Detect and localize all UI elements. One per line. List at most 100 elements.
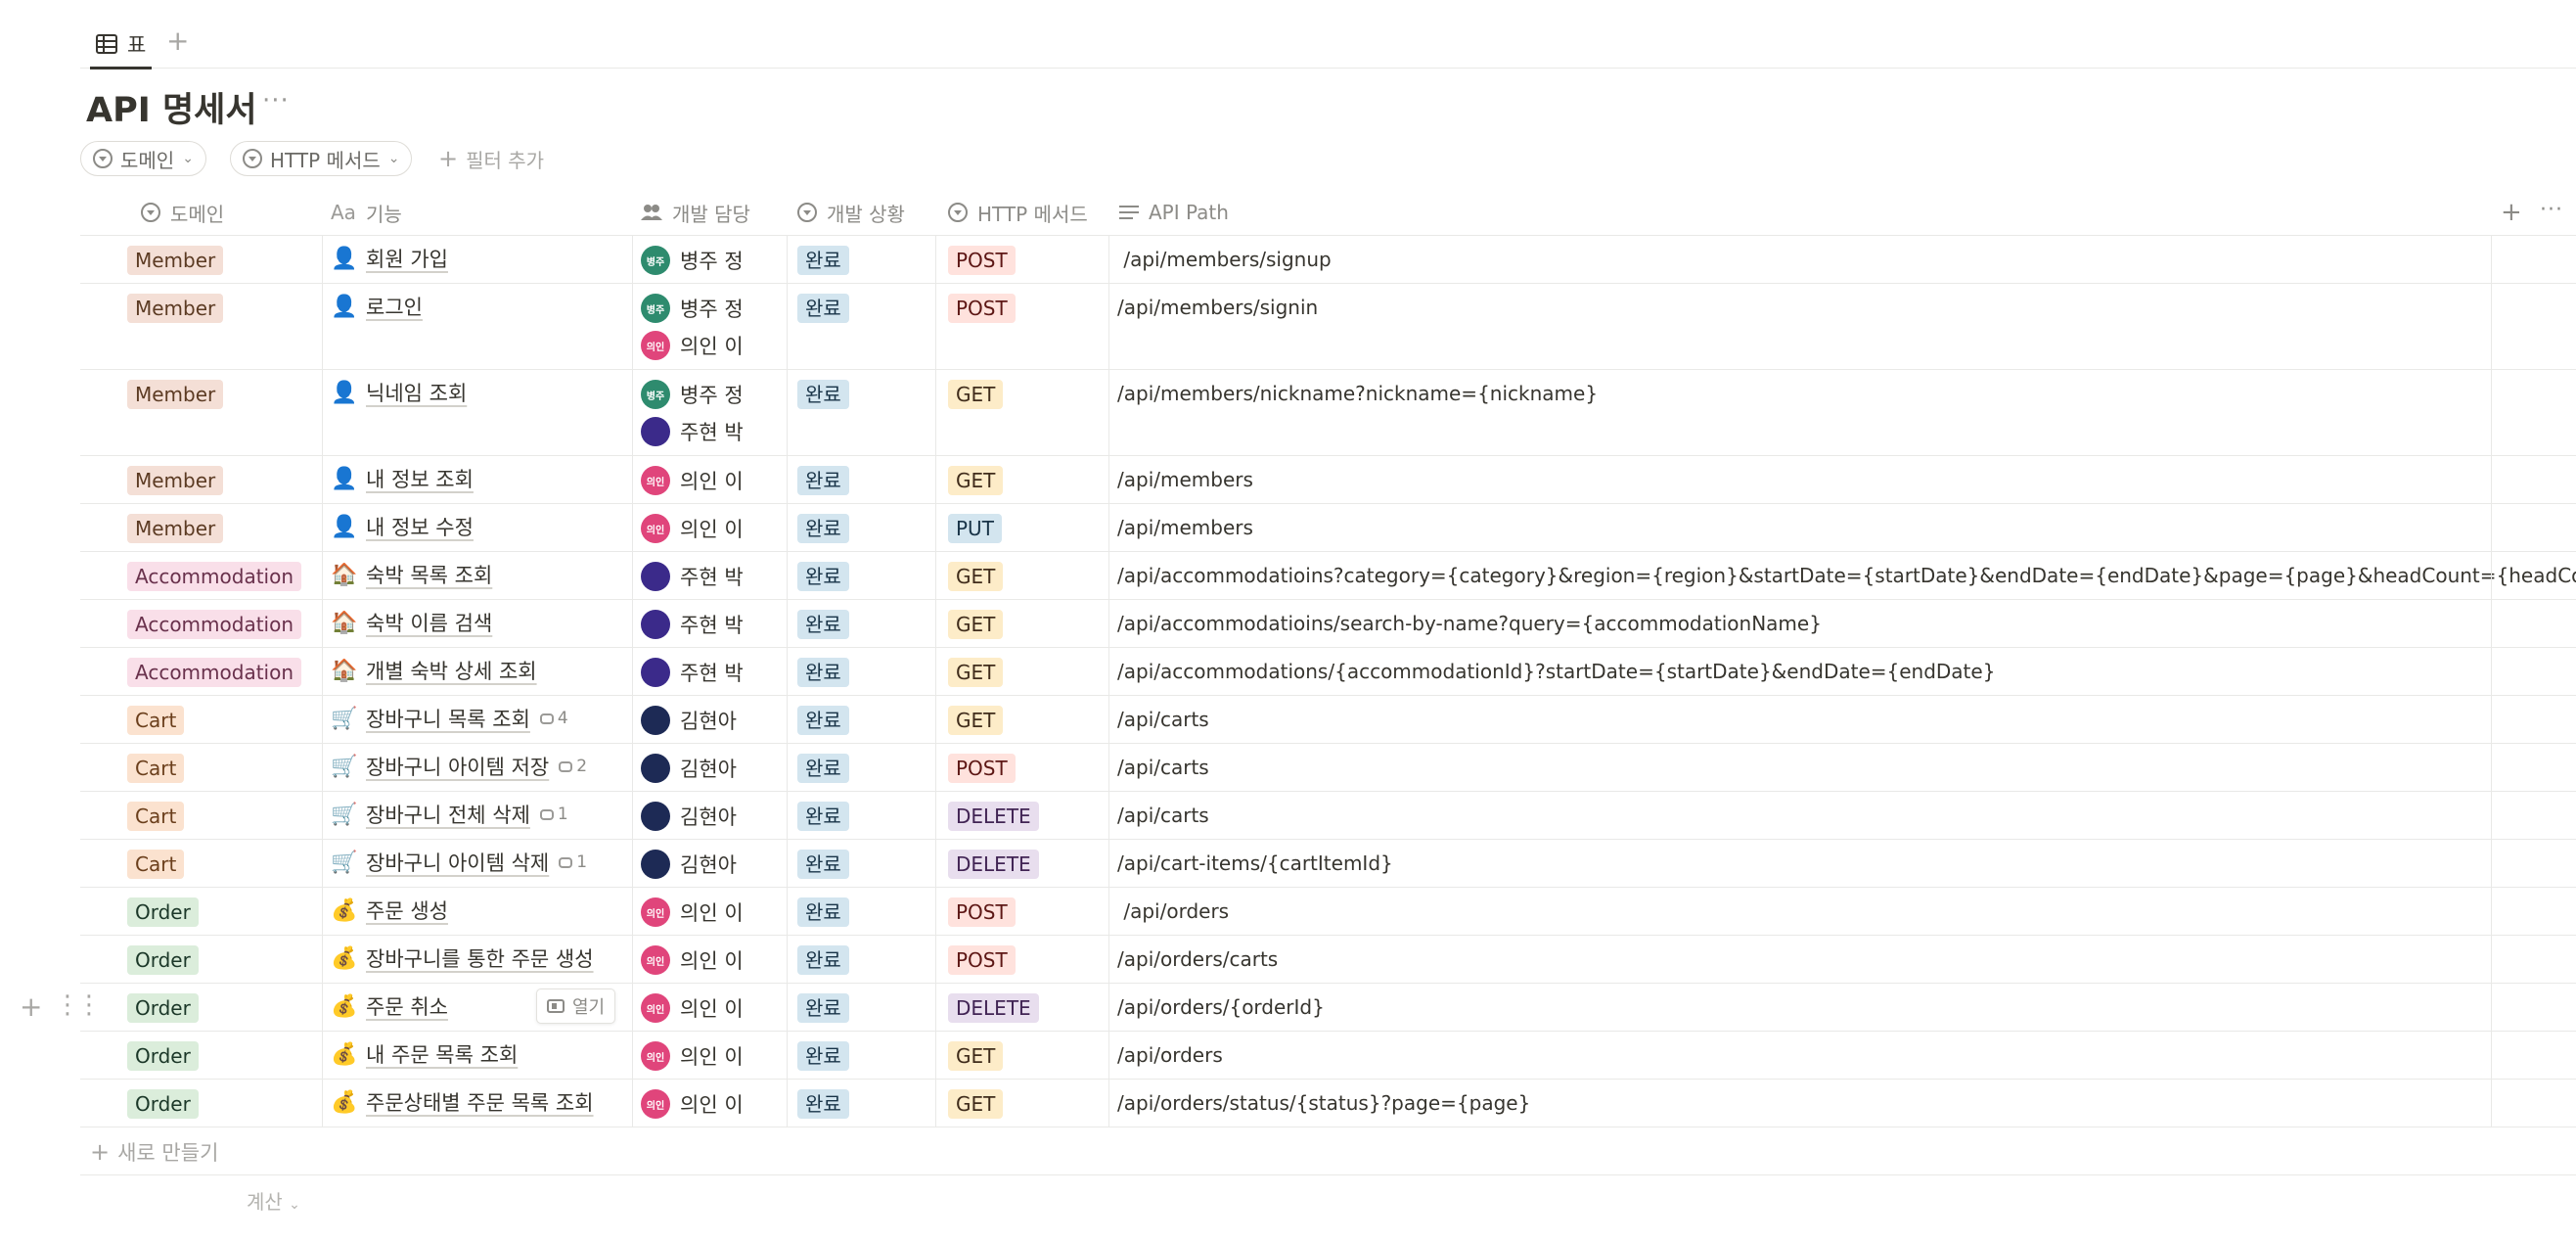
developer-cell[interactable]: 김현아 bbox=[641, 702, 737, 739]
feature-title[interactable]: 로그인 bbox=[366, 292, 423, 321]
http-method-cell[interactable]: DELETE bbox=[948, 802, 1039, 831]
api-path-cell[interactable]: /api/members bbox=[1117, 468, 1253, 491]
table-row[interactable]: Order 💰 주문 취소 의인 의인 이 완료 DELETE/api/orders/{or… bbox=[80, 984, 2576, 1032]
status-cell[interactable]: 완료 bbox=[797, 706, 849, 735]
feature-title[interactable]: 회원 가입 bbox=[366, 244, 448, 273]
feature-cell[interactable]: 👤 로그인 bbox=[331, 292, 423, 321]
feature-cell[interactable]: 🏠 숙박 목록 조회 bbox=[331, 560, 492, 589]
table-row[interactable]: Accommodation 🏠 숙박 이름 검색 주현 박 완료 GET/api/acco… bbox=[80, 600, 2576, 648]
table-row[interactable]: Order 💰 주문상태별 주문 목록 조회 의인 의인 이 완료 GET/api/orde… bbox=[80, 1080, 2576, 1127]
developer-cell[interactable]: 의인 의인 이 bbox=[641, 989, 744, 1027]
http-method-cell[interactable]: POST bbox=[948, 897, 1016, 927]
column-header-status[interactable]: 개발 상황 bbox=[797, 190, 905, 235]
comment-count[interactable]: 4 bbox=[539, 709, 568, 728]
column-header-feature[interactable]: Aa 기능 bbox=[331, 190, 402, 235]
developer-cell[interactable]: 김현아 bbox=[641, 846, 737, 883]
http-method-cell[interactable]: GET bbox=[948, 658, 1004, 687]
feature-title[interactable]: 주문 취소 bbox=[366, 991, 448, 1021]
add-row-below-icon[interactable]: + bbox=[20, 990, 42, 1023]
developer-cell[interactable]: 의인 의인 이 bbox=[641, 942, 744, 979]
feature-cell[interactable]: 💰 내 주문 목록 조회 bbox=[331, 1039, 518, 1069]
feature-cell[interactable]: 👤 닉네임 조회 bbox=[331, 378, 467, 407]
feature-cell[interactable]: 💰 주문 생성 bbox=[331, 896, 448, 925]
developer-cell[interactable]: 병주 병주 정 의인 의인 이 bbox=[641, 290, 744, 364]
feature-cell[interactable]: 🏠 숙박 이름 검색 bbox=[331, 608, 492, 637]
feature-title[interactable]: 주문상태별 주문 목록 조회 bbox=[366, 1087, 594, 1117]
api-path-cell[interactable]: /api/orders bbox=[1117, 1043, 1223, 1067]
feature-title[interactable]: 장바구니 목록 조회 bbox=[366, 704, 530, 733]
table-row[interactable]: Cart 🛒 장바구니 목록 조회 4 김현아 완료 GET/api/carts bbox=[80, 696, 2576, 744]
feature-cell[interactable]: 👤 회원 가입 bbox=[331, 244, 448, 273]
status-cell[interactable]: 완료 bbox=[797, 897, 849, 927]
http-method-cell[interactable]: GET bbox=[948, 1041, 1004, 1071]
api-path-cell[interactable]: /api/carts bbox=[1117, 756, 1209, 779]
feature-title[interactable]: 내 정보 수정 bbox=[366, 512, 474, 541]
developer-cell[interactable]: 김현아 bbox=[641, 798, 737, 835]
open-row-button[interactable]: 열기 bbox=[536, 989, 616, 1024]
api-path-cell[interactable]: /api/members bbox=[1117, 516, 1253, 539]
comment-count[interactable]: 2 bbox=[559, 757, 587, 776]
feature-title[interactable]: 장바구니 전체 삭제 bbox=[366, 800, 530, 829]
table-row[interactable]: Cart 🛒 장바구니 전체 삭제 1 김현아 완료 DELETE/api/carts bbox=[80, 792, 2576, 840]
api-path-cell[interactable]: /api/cart-items/{cartItemId} bbox=[1117, 851, 1393, 875]
domain-cell[interactable]: Member bbox=[127, 246, 224, 275]
add-column-button[interactable]: + bbox=[2501, 198, 2522, 227]
domain-cell[interactable]: Order bbox=[127, 945, 199, 975]
feature-cell[interactable]: 🛒 장바구니 목록 조회 4 bbox=[331, 704, 568, 733]
developer-cell[interactable]: 주현 박 bbox=[641, 606, 744, 643]
feature-title[interactable]: 개별 숙박 상세 조회 bbox=[366, 656, 537, 685]
feature-title[interactable]: 숙박 목록 조회 bbox=[366, 560, 492, 589]
domain-cell[interactable]: Cart bbox=[127, 754, 185, 783]
status-cell[interactable]: 완료 bbox=[797, 466, 849, 495]
domain-cell[interactable]: Cart bbox=[127, 802, 185, 831]
table-row[interactable]: Accommodation 🏠 숙박 목록 조회 주현 박 완료 GET/api/acco… bbox=[80, 552, 2576, 600]
feature-title[interactable]: 장바구니 아이템 저장 bbox=[366, 752, 549, 781]
column-header-http-method[interactable]: HTTP 메서드 bbox=[948, 190, 1088, 235]
column-header-domain[interactable]: 도메인 bbox=[141, 190, 224, 235]
view-tab-table[interactable]: 표 bbox=[90, 22, 153, 69]
api-path-cell[interactable]: /api/accommodatioins?category={category}… bbox=[1117, 564, 2576, 587]
table-row[interactable]: Order 💰 내 주문 목록 조회 의인 의인 이 완료 GET/api/orders bbox=[80, 1032, 2576, 1080]
domain-cell[interactable]: Cart bbox=[127, 850, 185, 879]
api-path-cell[interactable]: /api/members/signup bbox=[1117, 248, 1331, 271]
domain-cell[interactable]: Accommodation bbox=[127, 610, 302, 639]
api-path-cell[interactable]: /api/members/nickname?nickname={nickname… bbox=[1117, 382, 1598, 405]
table-row[interactable]: Member 👤 로그인 병주 병주 정 의인 의인 이 완료 POST/api/members… bbox=[80, 284, 2576, 370]
calculate-button[interactable]: 계산 ⌄ bbox=[247, 1186, 300, 1215]
add-filter-button[interactable]: + 필터 추가 bbox=[438, 141, 544, 176]
status-cell[interactable]: 완료 bbox=[797, 514, 849, 543]
domain-cell[interactable]: Member bbox=[127, 466, 224, 495]
feature-cell[interactable]: 🛒 장바구니 아이템 저장 2 bbox=[331, 752, 587, 781]
status-cell[interactable]: 완료 bbox=[797, 246, 849, 275]
http-method-cell[interactable]: DELETE bbox=[948, 993, 1039, 1023]
status-cell[interactable]: 완료 bbox=[797, 658, 849, 687]
domain-cell[interactable]: Member bbox=[127, 380, 224, 409]
api-path-cell[interactable]: /api/accommodatioins/search-by-name?quer… bbox=[1117, 612, 1822, 635]
add-view-button[interactable]: + bbox=[166, 22, 189, 61]
developer-cell[interactable]: 의인 의인 이 bbox=[641, 894, 744, 931]
api-path-cell[interactable]: /api/orders/status/{status}?page={page} bbox=[1117, 1091, 1530, 1115]
column-header-developer[interactable]: 개발 담당 bbox=[641, 190, 750, 235]
drag-handle-icon[interactable]: ⋮⋮ bbox=[55, 990, 102, 1020]
domain-cell[interactable]: Member bbox=[127, 514, 224, 543]
developer-cell[interactable]: 주현 박 bbox=[641, 558, 744, 595]
http-method-cell[interactable]: POST bbox=[948, 246, 1016, 275]
api-path-cell[interactable]: /api/orders bbox=[1117, 899, 1229, 923]
developer-cell[interactable]: 의인 의인 이 bbox=[641, 462, 744, 499]
column-more-button[interactable]: ··· bbox=[2540, 198, 2563, 222]
column-header-api-path[interactable]: API Path bbox=[1119, 190, 1229, 235]
status-cell[interactable]: 완료 bbox=[797, 1041, 849, 1071]
api-path-cell[interactable]: /api/carts bbox=[1117, 708, 1209, 731]
http-method-cell[interactable]: DELETE bbox=[948, 850, 1039, 879]
api-path-cell[interactable]: /api/carts bbox=[1117, 804, 1209, 827]
status-cell[interactable]: 완료 bbox=[797, 294, 849, 323]
http-method-cell[interactable]: POST bbox=[948, 945, 1016, 975]
domain-cell[interactable]: Accommodation bbox=[127, 658, 302, 687]
http-method-cell[interactable]: GET bbox=[948, 380, 1004, 409]
domain-cell[interactable]: Accommodation bbox=[127, 562, 302, 591]
domain-cell[interactable]: Order bbox=[127, 897, 199, 927]
comment-count[interactable]: 1 bbox=[559, 852, 587, 872]
feature-title[interactable]: 내 주문 목록 조회 bbox=[366, 1039, 518, 1069]
domain-cell[interactable]: Member bbox=[127, 294, 224, 323]
feature-cell[interactable]: 💰 주문 취소 bbox=[331, 991, 448, 1021]
